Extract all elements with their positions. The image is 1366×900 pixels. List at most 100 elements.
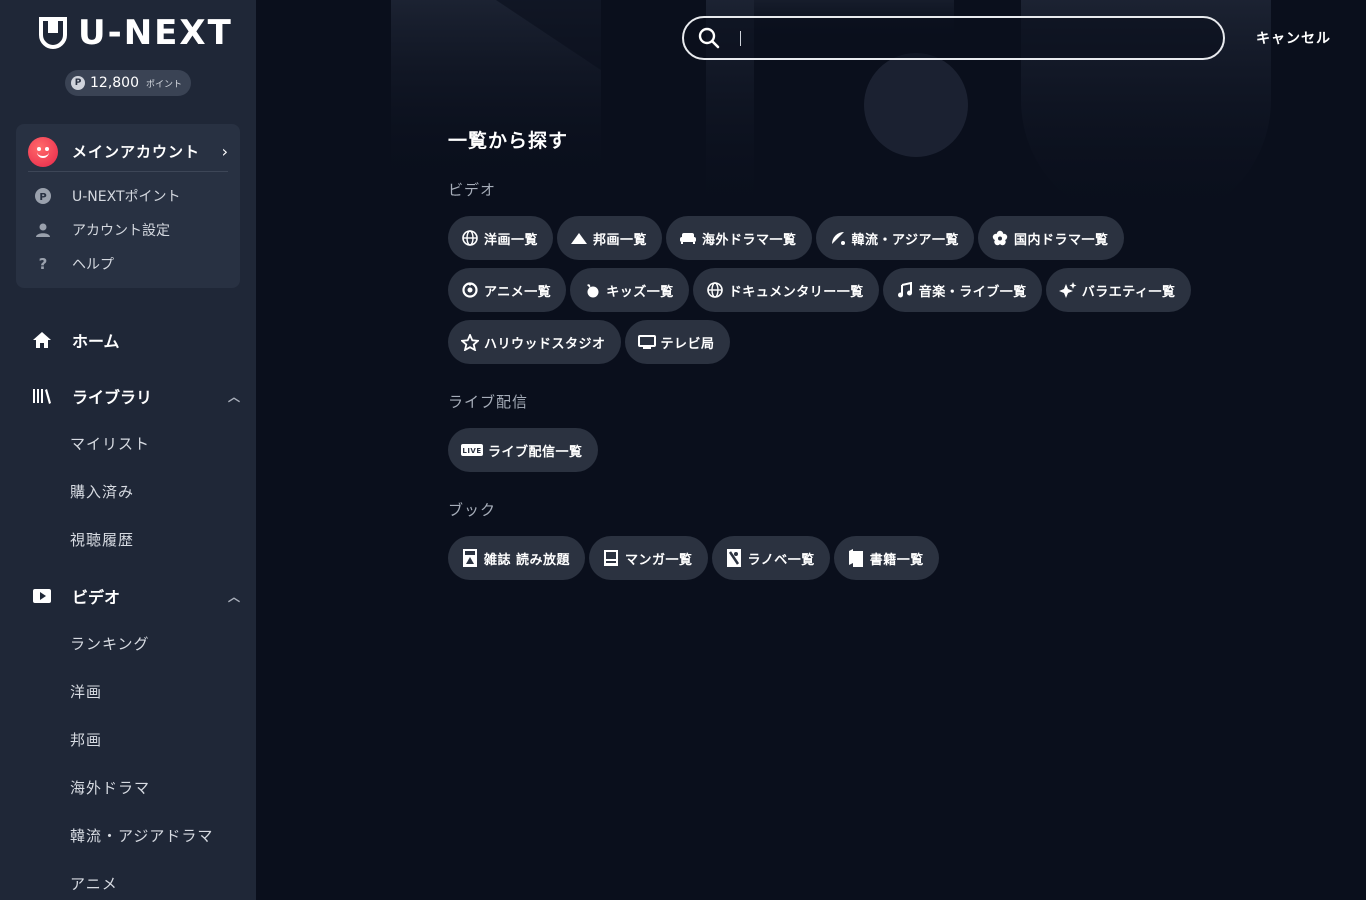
account-link-settings[interactable]: アカウント設定	[34, 219, 170, 241]
points-icon: P	[34, 188, 52, 204]
category-label-book: ブック	[448, 501, 497, 519]
anime-icon	[461, 281, 479, 299]
account-card: メインアカウント › P U-NEXTポイント アカウント設定 ? ヘルプ	[16, 124, 240, 288]
chip-hollywood-studio[interactable]: ハリウッドスタジオ	[448, 320, 621, 364]
chip-domestic-drama[interactable]: 国内ドラマ一覧	[978, 216, 1124, 260]
nav-video-anime[interactable]: アニメ	[70, 872, 118, 896]
live-icon-text: LIVE	[462, 447, 481, 455]
globe-icon	[706, 281, 724, 299]
chip-label: アニメ一覧	[484, 284, 552, 300]
chip-label: ラノベ一覧	[747, 552, 815, 568]
chip-label: 洋画一覧	[484, 232, 539, 248]
kids-icon	[583, 281, 601, 299]
chip-books[interactable]: 書籍一覧	[833, 536, 939, 580]
chip-light-novel[interactable]: ラノベ一覧	[711, 536, 830, 580]
chip-label: バラエティ一覧	[1081, 284, 1176, 300]
account-link-label: ヘルプ	[72, 257, 114, 273]
nav-video-ranking[interactable]: ランキング	[70, 632, 150, 656]
nav-library-history[interactable]: 視聴履歴	[70, 528, 134, 552]
nav-video[interactable]: ビデオ ︿	[32, 582, 240, 610]
chip-label: マンガ一覧	[625, 552, 693, 568]
main-content: キャンセル 一覧から探す ビデオ 洋画一覧 邦画一覧 海外ドラマ一覧 韓流・アジ…	[256, 0, 1366, 900]
chevron-right-icon: ›	[221, 142, 228, 161]
music-icon	[896, 281, 914, 299]
chip-row: 洋画一覧 邦画一覧 海外ドラマ一覧 韓流・アジア一覧 国内ドラマ一覧	[448, 216, 1124, 260]
browse-title: 一覧から探す	[448, 130, 569, 152]
chip-tv-station[interactable]: テレビ局	[624, 320, 730, 364]
search-icon	[698, 27, 720, 49]
sofa-icon	[679, 229, 697, 247]
fan-icon	[829, 229, 847, 247]
points-unit: ポイント	[146, 79, 183, 90]
nav-label: ビデオ	[72, 588, 121, 607]
sparkle-icon	[1058, 281, 1077, 299]
novel-icon	[725, 549, 743, 567]
chip-label: 書籍一覧	[869, 552, 924, 568]
nav-library[interactable]: ライブラリ ︿	[32, 382, 240, 410]
mountain-icon	[570, 229, 588, 247]
magazine-icon	[461, 549, 479, 567]
nav-label: ライブラリ	[72, 388, 153, 407]
account-link-points[interactable]: P U-NEXTポイント	[34, 185, 181, 207]
chip-overseas-drama[interactable]: 海外ドラマ一覧	[666, 216, 812, 260]
chip-western-films[interactable]: 洋画一覧	[448, 216, 554, 260]
nav-video-overseas-drama[interactable]: 海外ドラマ	[70, 776, 150, 800]
cancel-button[interactable]: キャンセル	[1256, 28, 1331, 48]
chip-anime[interactable]: アニメ一覧	[448, 268, 567, 312]
chip-manga[interactable]: マンガ一覧	[589, 536, 708, 580]
chip-label: ライブ配信一覧	[488, 444, 583, 460]
nav-video-japanese[interactable]: 邦画	[70, 728, 102, 752]
nav-label: ホーム	[72, 332, 120, 351]
flower-icon	[991, 229, 1009, 247]
nav-home[interactable]: ホーム	[32, 326, 240, 354]
chip-magazine[interactable]: 雑誌 読み放題	[448, 536, 586, 580]
nav-video-asian-drama[interactable]: 韓流・アジアドラマ	[70, 824, 213, 848]
manga-icon	[602, 549, 620, 567]
account-link-help[interactable]: ? ヘルプ	[34, 253, 114, 275]
nav-library-purchased[interactable]: 購入済み	[70, 480, 134, 504]
chip-variety[interactable]: バラエティ一覧	[1045, 268, 1191, 312]
points-badge-icon: P	[71, 76, 85, 90]
chip-label: テレビ局	[660, 336, 715, 352]
points-pill[interactable]: P 12,800 ポイント	[65, 70, 191, 96]
chip-label: ハリウッドスタジオ	[484, 336, 606, 352]
svg-text:P: P	[39, 192, 46, 203]
home-icon	[32, 331, 52, 349]
logo-text: U-NEXT	[78, 13, 233, 53]
avatar	[28, 136, 58, 167]
chip-documentary[interactable]: ドキュメンタリー一覧	[692, 268, 879, 312]
account-name: メインアカウント	[72, 143, 201, 161]
category-label-live: ライブ配信	[448, 393, 529, 411]
chip-row: アニメ一覧 キッズ一覧 ドキュメンタリー一覧 音楽・ライブ一覧 バラエティ一覧	[448, 268, 1191, 312]
chip-row: 雑誌 読み放題 マンガ一覧 ラノベ一覧 書籍一覧	[448, 536, 939, 580]
chip-korean-asian[interactable]: 韓流・アジア一覧	[815, 216, 975, 260]
chip-japanese-films[interactable]: 邦画一覧	[557, 216, 663, 260]
chip-label: 海外ドラマ一覧	[702, 232, 797, 248]
nav-video-western[interactable]: 洋画	[70, 680, 102, 704]
chip-live-streaming[interactable]: LIVE ライブ配信一覧	[448, 428, 598, 472]
account-switcher[interactable]: メインアカウント ›	[28, 132, 228, 172]
star-icon	[461, 333, 479, 351]
brand-logo[interactable]: U-NEXT	[38, 14, 233, 52]
play-icon	[32, 588, 52, 604]
chip-row: LIVE ライブ配信一覧	[448, 428, 598, 472]
account-link-label: アカウント設定	[72, 223, 170, 239]
chevron-up-icon[interactable]: ︿	[228, 588, 240, 605]
shield-logo-icon	[39, 17, 67, 50]
chip-kids[interactable]: キッズ一覧	[570, 268, 689, 312]
chip-row: ハリウッドスタジオ テレビ局	[448, 320, 730, 364]
chevron-up-icon[interactable]: ︿	[228, 388, 240, 405]
search-input[interactable]	[738, 29, 1198, 47]
live-icon: LIVE	[461, 441, 483, 459]
search-bar[interactable]	[682, 16, 1225, 60]
points-amount: 12,800	[90, 75, 139, 91]
book-icon	[847, 549, 865, 567]
chip-label: 音楽・ライブ一覧	[918, 284, 1027, 300]
category-label-video: ビデオ	[448, 181, 497, 199]
chip-label: 国内ドラマ一覧	[1014, 232, 1109, 248]
chip-label: 雑誌 読み放題	[484, 552, 571, 568]
person-icon	[34, 222, 52, 238]
chip-music-live[interactable]: 音楽・ライブ一覧	[882, 268, 1042, 312]
nav-library-mylist[interactable]: マイリスト	[70, 432, 150, 456]
tv-icon	[637, 333, 656, 351]
